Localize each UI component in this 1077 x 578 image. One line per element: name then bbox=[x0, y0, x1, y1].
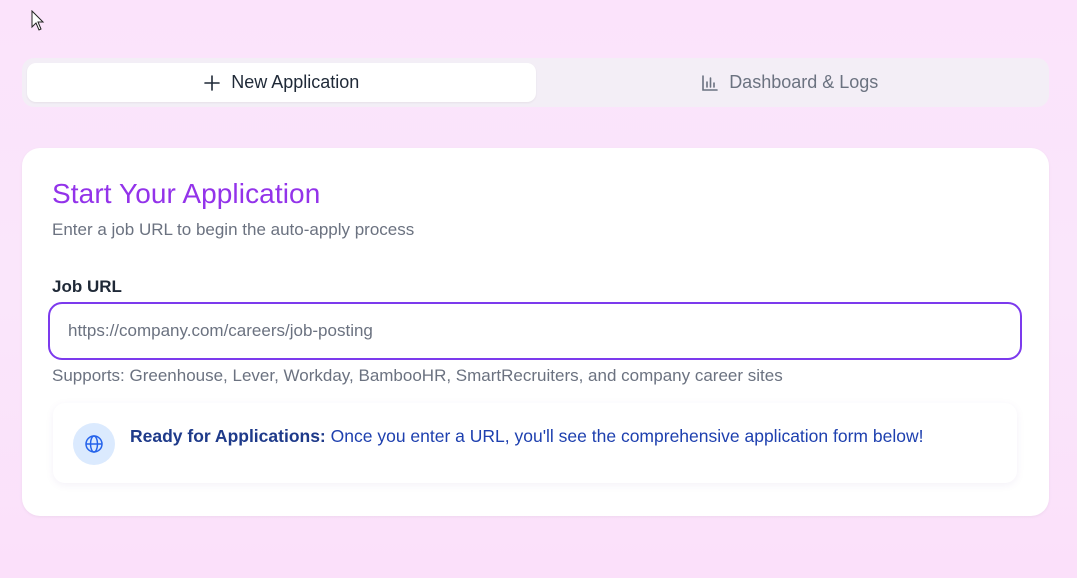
page-subtitle: Enter a job URL to begin the auto-apply … bbox=[52, 220, 415, 239]
supported-sites-hint: Supports: Greenhouse, Lever, Workday, Ba… bbox=[52, 366, 783, 385]
globe-icon bbox=[85, 435, 103, 453]
tab-dashboard-logs[interactable]: Dashboard & Logs bbox=[536, 63, 1045, 102]
tab-new-application[interactable]: New Application bbox=[27, 63, 536, 102]
plus-icon bbox=[204, 74, 221, 91]
info-message: Ready for Applications: Once you enter a… bbox=[130, 426, 923, 447]
info-bold: Ready for Applications: bbox=[130, 426, 326, 446]
tab-label: Dashboard & Logs bbox=[729, 72, 879, 92]
info-body: Once you enter a URL, you'll see the com… bbox=[330, 426, 924, 446]
mouse-cursor-icon bbox=[31, 10, 45, 31]
info-banner: Ready for Applications: Once you enter a… bbox=[53, 403, 1017, 483]
application-card: Start Your Application Enter a job URL t… bbox=[22, 148, 1049, 516]
job-url-label: Job URL bbox=[52, 277, 122, 296]
bar-chart-icon bbox=[702, 74, 718, 91]
globe-badge bbox=[73, 423, 115, 465]
tab-label: New Application bbox=[231, 72, 360, 92]
tab-bar: New Application Dashboard & Logs bbox=[22, 58, 1049, 107]
job-url-input[interactable] bbox=[48, 302, 1022, 360]
page-title: Start Your Application bbox=[52, 178, 321, 209]
